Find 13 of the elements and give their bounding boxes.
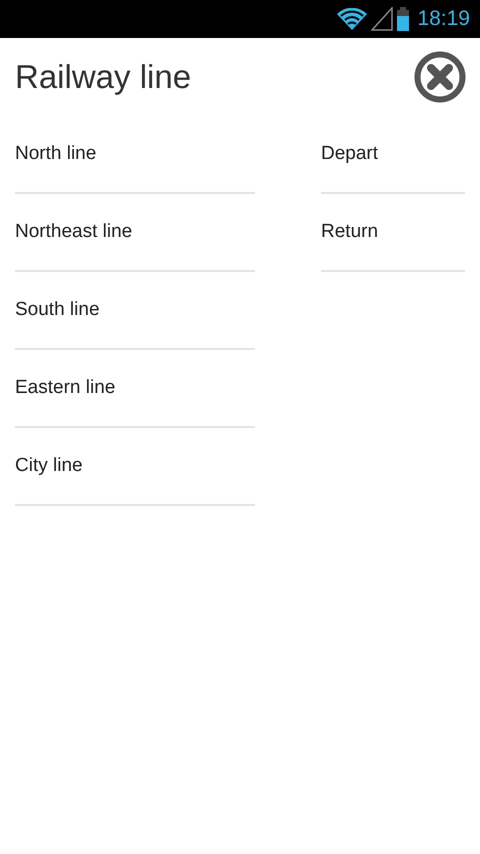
battery-icon (397, 7, 410, 31)
wifi-icon (337, 8, 368, 30)
line-item[interactable]: North line (15, 116, 255, 194)
close-icon[interactable] (414, 51, 466, 103)
line-item[interactable]: City line (15, 428, 255, 506)
direction-item[interactable]: Depart (321, 116, 465, 194)
clock: 18:19 (417, 6, 470, 32)
title: Railway line (15, 57, 192, 98)
line-item[interactable]: South line (15, 272, 255, 350)
line-item[interactable]: Northeast line (15, 194, 255, 272)
signal-icon (371, 7, 394, 31)
direction-item[interactable]: Return (321, 194, 465, 272)
line-item[interactable]: Eastern line (15, 350, 255, 428)
